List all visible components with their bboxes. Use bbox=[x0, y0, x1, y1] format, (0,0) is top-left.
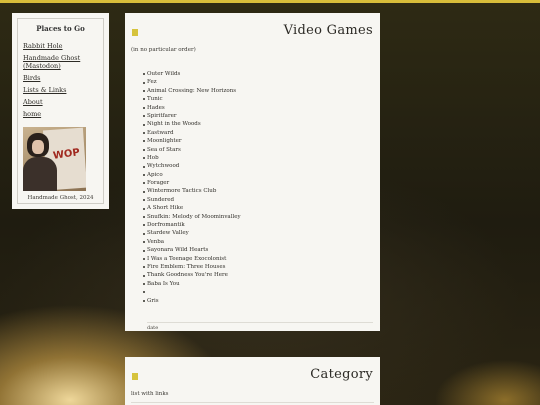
list-item: Outer Wilds bbox=[143, 70, 241, 78]
list-item: Baba Is You bbox=[143, 280, 241, 288]
list-item: Fez bbox=[143, 78, 241, 86]
photo-person-body bbox=[23, 157, 57, 191]
list-item: Hades bbox=[143, 104, 241, 112]
post-date: date bbox=[147, 325, 159, 331]
category-accent-square bbox=[132, 373, 138, 380]
list-item: Animal Crossing: New Horizons bbox=[143, 87, 241, 95]
list-item-empty bbox=[143, 288, 241, 296]
category-subtitle: list with links bbox=[131, 391, 169, 397]
photo-caption: Handmade Ghost, 2024 bbox=[27, 195, 94, 201]
list-item: Thank Goodness You're Here bbox=[143, 271, 241, 279]
sidebar-nav: Rabbit Hole Handmade Ghost (Mastodon) Bi… bbox=[23, 42, 98, 118]
list-item: I Was a Teenage Exocolonist bbox=[143, 255, 241, 263]
list-item: Eastward bbox=[143, 129, 241, 137]
category-panel: Category list with links bbox=[125, 357, 380, 405]
sidebar-title: Places to Go bbox=[36, 24, 85, 33]
sidebar-frame: Places to Go Rabbit Hole Handmade Ghost … bbox=[17, 18, 104, 204]
list-item: Apico bbox=[143, 171, 241, 179]
nav-link-rabbit-hole[interactable]: Rabbit Hole bbox=[23, 42, 98, 50]
profile-photo: WOP bbox=[23, 127, 86, 191]
list-item: Hob bbox=[143, 154, 241, 162]
post-divider bbox=[147, 322, 373, 323]
list-item: Stardew Valley bbox=[143, 229, 241, 237]
nav-link-mastodon[interactable]: Handmade Ghost (Mastodon) bbox=[23, 54, 98, 70]
game-list: Outer Wilds Fez Animal Crossing: New Hor… bbox=[143, 70, 241, 305]
list-item: Sayonara Wild Hearts bbox=[143, 246, 241, 254]
page-title: Video Games bbox=[283, 23, 373, 38]
nav-link-about[interactable]: About bbox=[23, 98, 98, 106]
list-item: Wytchwood bbox=[143, 162, 241, 170]
video-games-panel: Video Games (in no particular order) Out… bbox=[125, 13, 380, 331]
nav-link-lists-links[interactable]: Lists & Links bbox=[23, 86, 98, 94]
category-title: Category bbox=[310, 367, 373, 382]
list-item: Moonlighter bbox=[143, 137, 241, 145]
category-divider bbox=[131, 402, 374, 403]
top-accent-bar bbox=[0, 0, 540, 3]
list-item: Spiritfarer bbox=[143, 112, 241, 120]
page-subtitle: (in no particular order) bbox=[131, 47, 196, 53]
list-item: Venba bbox=[143, 238, 241, 246]
nav-link-home[interactable]: home bbox=[23, 110, 98, 118]
list-item: Tunic bbox=[143, 95, 241, 103]
list-item: Snufkin: Melody of Moominvalley bbox=[143, 213, 241, 220]
nav-link-birds[interactable]: Birds bbox=[23, 74, 98, 82]
sidebar: Places to Go Rabbit Hole Handmade Ghost … bbox=[12, 13, 109, 209]
list-item: Dorfromantik bbox=[143, 221, 241, 229]
list-item: Fire Emblem: Three Houses bbox=[143, 263, 241, 271]
list-item: Wintermore Tactics Club bbox=[143, 187, 241, 195]
list-item: Night in the Woods bbox=[143, 120, 241, 128]
list-item: Forager bbox=[143, 179, 241, 187]
list-item: Sundered bbox=[143, 196, 241, 204]
title-accent-square bbox=[132, 29, 138, 36]
list-item: Sea of Stars bbox=[143, 146, 241, 154]
list-item: Gris bbox=[143, 297, 241, 305]
list-item: A Short Hike bbox=[143, 204, 241, 212]
photo-person-face bbox=[32, 140, 44, 154]
